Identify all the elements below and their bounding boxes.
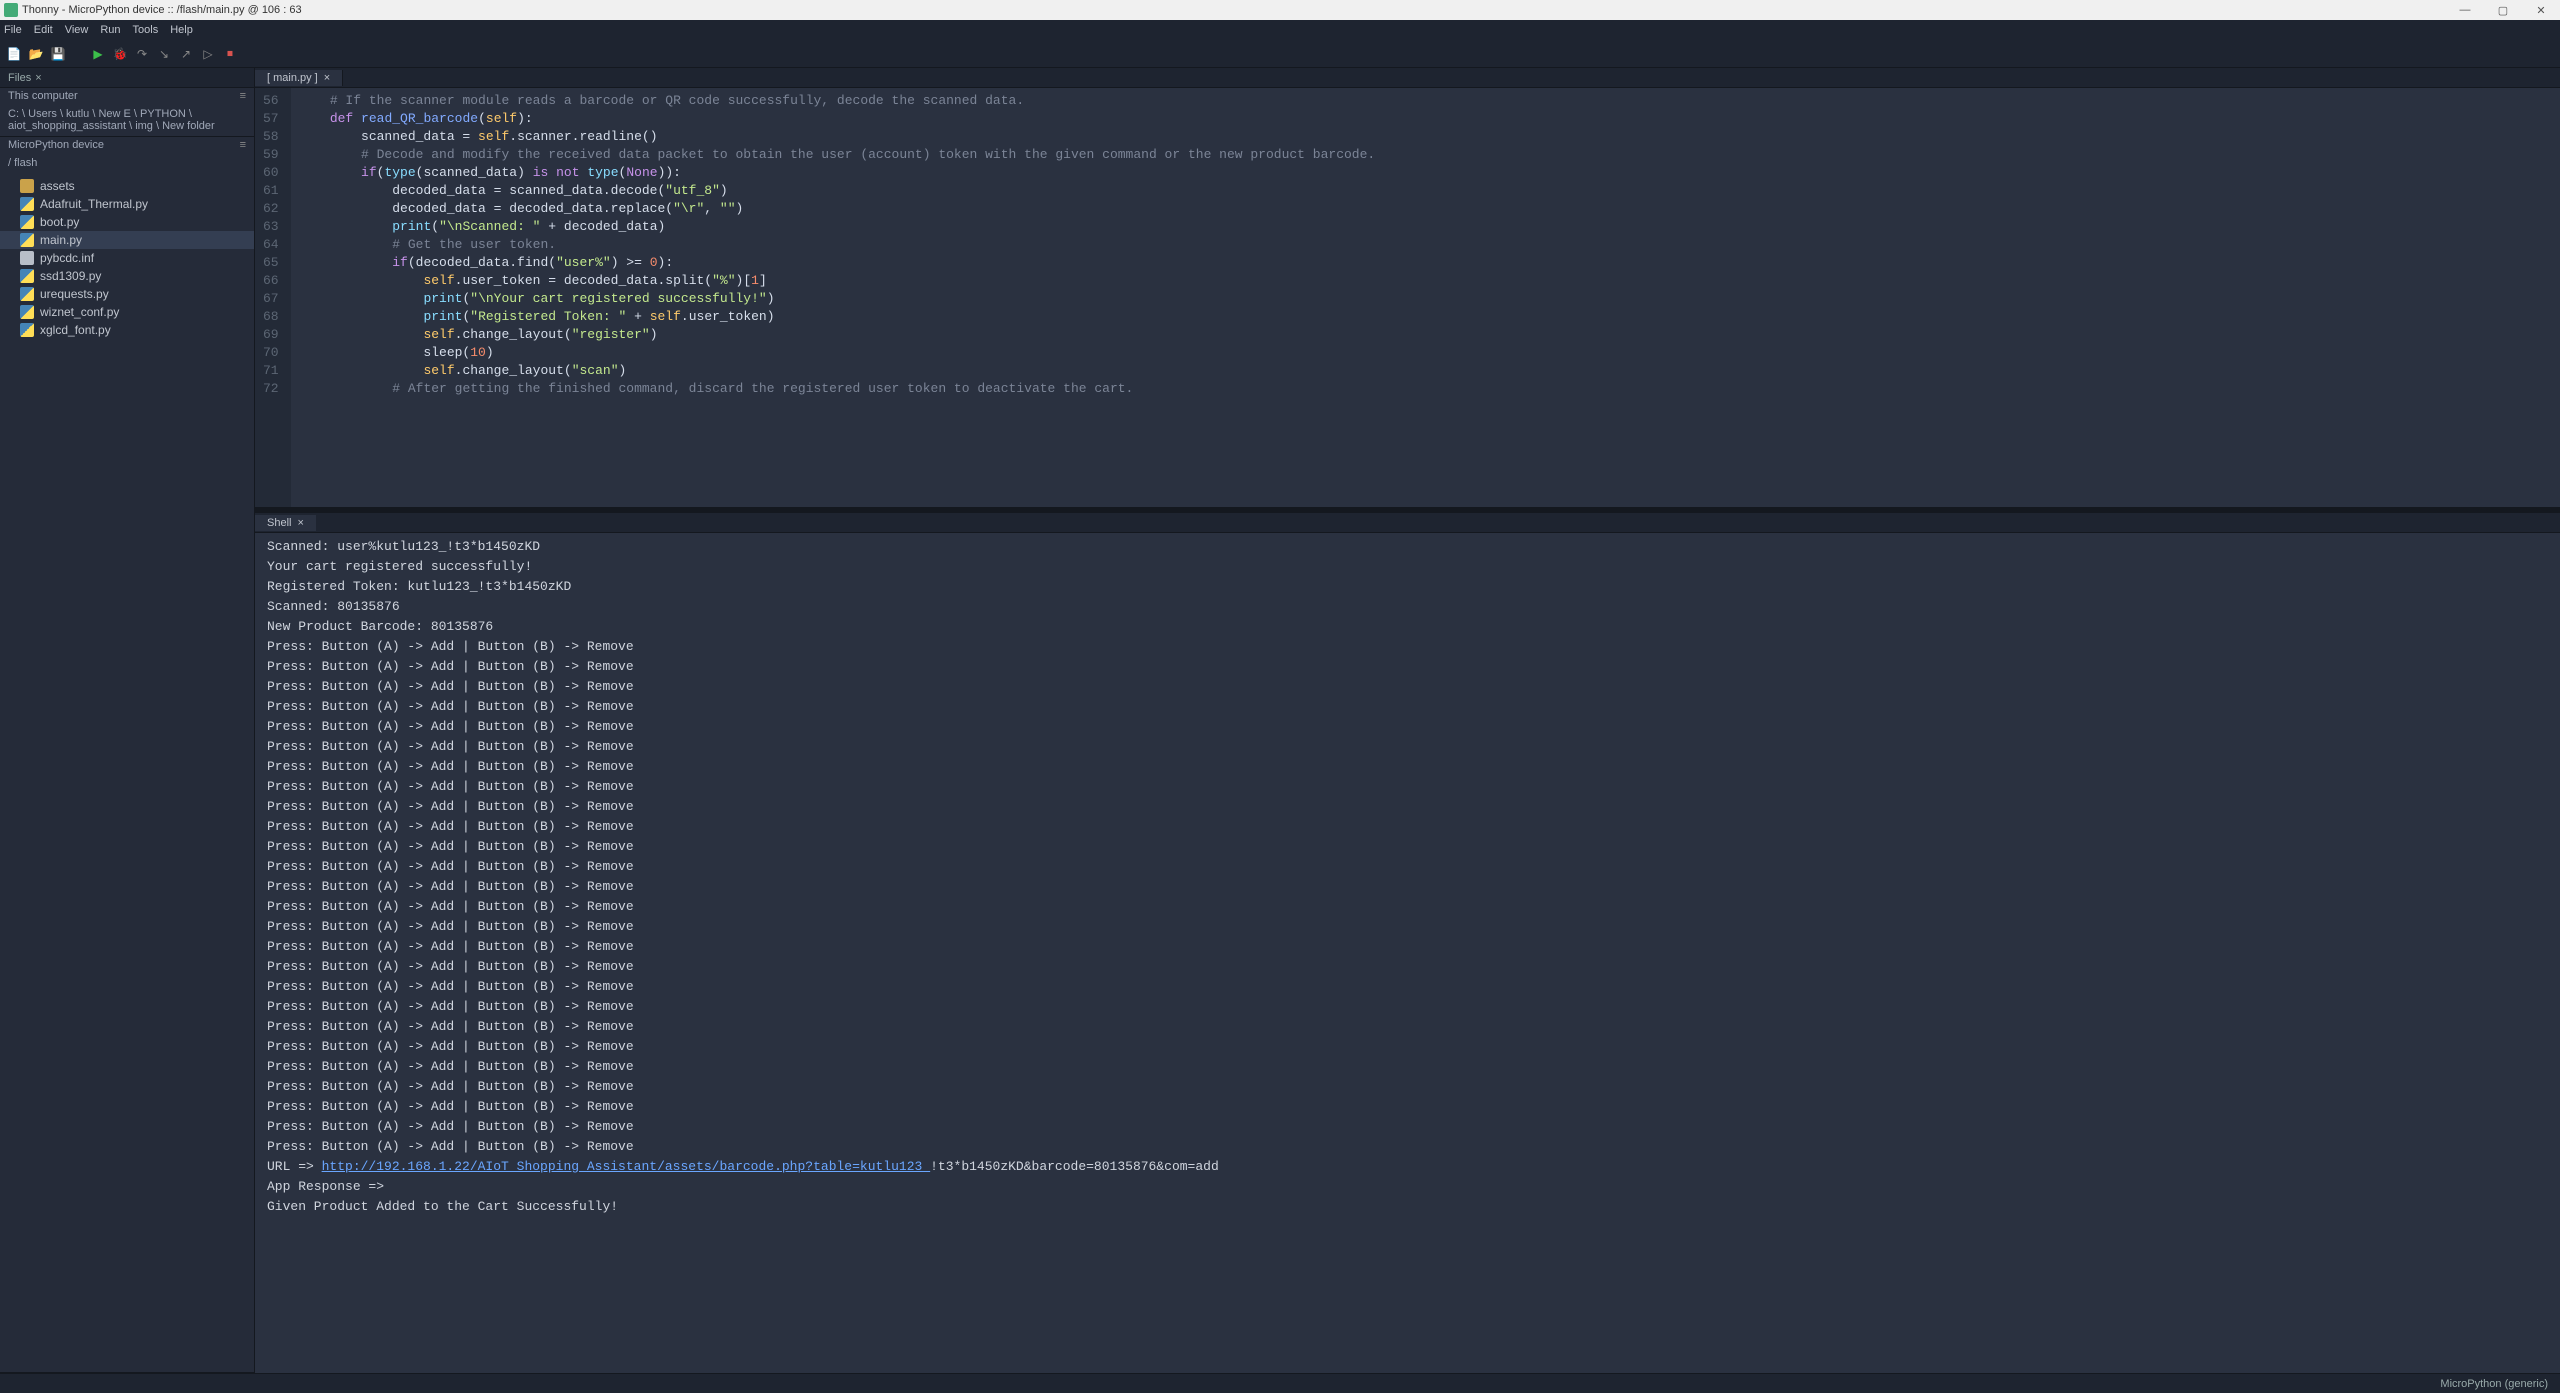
shell-tab-label: Shell [267,517,291,529]
window-maximize[interactable]: ▢ [2488,4,2518,17]
tree-item-pybcdc-inf[interactable]: pybcdc.inf [0,249,254,267]
window-titlebar: Thonny - MicroPython device :: /flash/ma… [0,0,2560,20]
shell-url-link[interactable]: http://192.168.1.22/AIoT_Shopping_Assist… [322,1159,931,1174]
tree-item-label: xglcd_font.py [40,323,111,337]
code-editor[interactable]: 5657585960616263646566676869707172 # If … [255,88,2560,507]
tree-item-label: boot.py [40,215,79,229]
status-bar: MicroPython (generic) [0,1373,2560,1393]
window-title: Thonny - MicroPython device :: /flash/ma… [22,4,302,16]
python-file-icon [20,305,34,319]
tree-item-label: ssd1309.py [40,269,101,283]
spacer [72,46,84,62]
tree-item-ssd1309-py[interactable]: ssd1309.py [0,267,254,285]
editor-tabs: [ main.py ] × [255,68,2560,88]
python-file-icon [20,215,34,229]
shell-panel: Shell × Scanned: user%kutlu123_!t3*b1450… [255,513,2560,1373]
step-out-icon[interactable]: ↗ [178,46,194,62]
tree-item-label: assets [40,179,75,193]
tree-item-label: pybcdc.inf [40,251,94,265]
tree-item-wiznet_conf-py[interactable]: wiznet_conf.py [0,303,254,321]
file-icon [20,251,34,265]
this-computer-header[interactable]: This computer ≡ [0,88,254,104]
shell-tab[interactable]: Shell × [255,515,316,531]
tree-item-Adafruit_Thermal-py[interactable]: Adafruit_Thermal.py [0,195,254,213]
device-menu-icon[interactable]: ≡ [240,139,246,151]
python-file-icon [20,197,34,211]
tree-item-boot-py[interactable]: boot.py [0,213,254,231]
step-into-icon[interactable]: ↘ [156,46,172,62]
tree-item-xglcd_font-py[interactable]: xglcd_font.py [0,321,254,339]
menu-view[interactable]: View [65,24,89,36]
open-file-icon[interactable]: 📂 [28,46,44,62]
device-header[interactable]: MicroPython device ≡ [0,137,254,153]
python-file-icon [20,269,34,283]
shell-output[interactable]: Scanned: user%kutlu123_!t3*b1450zKDYour … [255,533,2560,1373]
resume-icon[interactable]: ▷ [200,46,216,62]
line-gutter: 5657585960616263646566676869707172 [255,88,291,507]
sidebar: Files × This computer ≡ C: \ Users \ kut… [0,68,255,1373]
app-icon [4,3,18,17]
menu-file[interactable]: File [4,24,22,36]
editor-area: [ main.py ] × 56575859606162636465666768… [255,68,2560,1373]
new-file-icon[interactable]: 📄 [6,46,22,62]
shell-tabs: Shell × [255,513,2560,533]
files-tab-close[interactable]: × [35,72,41,84]
debug-icon[interactable]: 🐞 [112,46,128,62]
editor-tab-label: [ main.py ] [267,72,318,84]
window-close[interactable]: ✕ [2526,4,2556,17]
stop-icon[interactable]: ⏹ [222,46,238,62]
editor-tab-close[interactable]: × [324,72,330,84]
menu-tools[interactable]: Tools [133,24,159,36]
toolbar: 📄 📂 💾 ▶ 🐞 ↷ ↘ ↗ ▷ ⏹ [0,40,2560,68]
menubar: File Edit View Run Tools Help [0,20,2560,40]
this-computer-path[interactable]: C: \ Users \ kutlu \ New E \ PYTHON \ ai… [0,104,254,136]
editor-tab-main[interactable]: [ main.py ] × [255,70,343,86]
files-panel-tab[interactable]: Files × [0,68,254,88]
tree-item-label: Adafruit_Thermal.py [40,197,148,211]
save-file-icon[interactable]: 💾 [50,46,66,62]
menu-help[interactable]: Help [170,24,193,36]
shell-tab-close[interactable]: × [297,517,303,529]
panel-menu-icon[interactable]: ≡ [240,90,246,102]
python-file-icon [20,233,34,247]
code-body[interactable]: # If the scanner module reads a barcode … [291,88,1376,507]
tree-item-label: urequests.py [40,287,109,301]
tree-item-urequests-py[interactable]: urequests.py [0,285,254,303]
main-area: Files × This computer ≡ C: \ Users \ kut… [0,68,2560,1373]
tree-item-main-py[interactable]: main.py [0,231,254,249]
device-label: MicroPython device [8,139,104,151]
tree-item-label: main.py [40,233,82,247]
step-over-icon[interactable]: ↷ [134,46,150,62]
menu-edit[interactable]: Edit [34,24,53,36]
run-icon[interactable]: ▶ [90,46,106,62]
menu-run[interactable]: Run [100,24,120,36]
python-file-icon [20,323,34,337]
files-tab-label: Files [8,72,31,84]
tree-item-label: wiznet_conf.py [40,305,119,319]
folder-icon [20,179,34,193]
tree-item-assets[interactable]: assets [0,177,254,195]
device-file-tree: assets Adafruit_Thermal.py boot.py main.py p… [0,173,254,343]
window-minimize[interactable]: — [2450,4,2480,17]
python-file-icon [20,287,34,301]
device-path[interactable]: / flash [0,153,254,173]
this-computer-label: This computer [8,90,78,102]
status-interpreter[interactable]: MicroPython (generic) [2440,1378,2548,1390]
